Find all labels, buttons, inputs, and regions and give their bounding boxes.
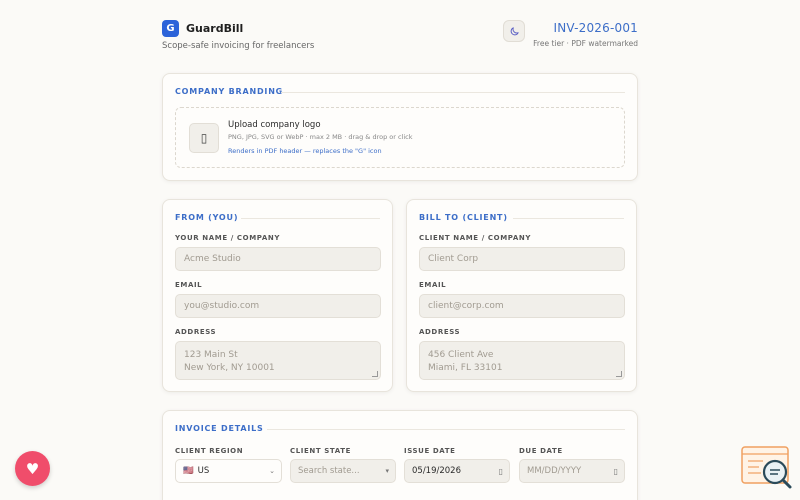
from-address-label: ADDRESS (175, 328, 217, 336)
divider (281, 92, 625, 93)
heart-button[interactable]: ♥ (15, 451, 50, 486)
address-line: New York, NY 10001 (184, 363, 275, 373)
invoice-number: INV-2026-001 (553, 21, 638, 35)
brand: G GuardBill (162, 20, 243, 37)
client-email-input[interactable]: client@corp.com (419, 294, 625, 318)
section-title-details: INVOICE DETAILS (175, 424, 264, 433)
due-date-placeholder: MM/DD/YYYY (527, 466, 582, 476)
section-title-bill-to: BILL TO (CLIENT) (419, 213, 508, 222)
chevron-down-icon: ⌄ (269, 467, 275, 475)
state-search-input[interactable]: Search state... ▾ (290, 459, 396, 483)
region-value: US (197, 466, 210, 476)
due-date-input[interactable]: MM/DD/YYYY ▯ (519, 459, 625, 483)
divider (513, 218, 624, 219)
moon-icon (510, 26, 519, 35)
bill-to-card: BILL TO (CLIENT) CLIENT NAME / COMPANY C… (406, 199, 637, 392)
calendar-icon[interactable]: ▯ (499, 467, 503, 476)
state-placeholder: Search state... (298, 466, 360, 476)
section-title-from: FROM (YOU) (175, 213, 239, 222)
tier-note: Free tier · PDF watermarked (533, 39, 638, 48)
region-select[interactable]: 🇺🇸 US ⌄ (175, 459, 282, 483)
logo-badge: G (162, 20, 179, 37)
from-name-label: YOUR NAME / COMPANY (175, 234, 281, 242)
calendar-icon[interactable]: ▯ (614, 467, 618, 476)
heart-icon: ♥ (25, 459, 40, 478)
from-address-textarea[interactable]: 123 Main St New York, NY 10001 (175, 341, 381, 380)
tagline: Scope-safe invoicing for freelancers (162, 41, 315, 51)
from-email-label: EMAIL (175, 281, 203, 289)
resize-handle[interactable] (616, 371, 622, 377)
logo-upload-dropzone[interactable]: ▯ Upload company logo PNG, JPG, SVG or W… (175, 107, 625, 168)
from-card: FROM (YOU) YOUR NAME / COMPANY Acme Stud… (162, 199, 393, 392)
client-name-input[interactable]: Client Corp (419, 247, 625, 271)
address-line: Miami, FL 33101 (428, 363, 503, 373)
section-title-branding: COMPANY BRANDING (175, 87, 284, 96)
divider (267, 429, 625, 430)
image-icon: ▯ (189, 123, 219, 153)
client-name-label: CLIENT NAME / COMPANY (419, 234, 531, 242)
due-date-label: DUE DATE (519, 447, 563, 455)
client-address-label: ADDRESS (419, 328, 461, 336)
address-line: 123 Main St (184, 350, 238, 360)
divider (241, 218, 380, 219)
from-email-input[interactable]: you@studio.com (175, 294, 381, 318)
region-label: CLIENT REGION (175, 447, 244, 455)
company-branding-card: COMPANY BRANDING ▯ Upload company logo P… (162, 73, 638, 181)
invoice-details-card: INVOICE DETAILS CLIENT REGION 🇺🇸 US ⌄ CL… (162, 410, 638, 500)
app-name: GuardBill (186, 22, 244, 35)
upload-title: Upload company logo (228, 120, 321, 130)
search-document-widget[interactable] (741, 446, 793, 490)
issue-date-label: ISSUE DATE (404, 447, 456, 455)
app-header: G GuardBill Scope-safe invoicing for fre… (162, 20, 638, 56)
theme-toggle-button[interactable] (503, 20, 525, 42)
resize-handle[interactable] (372, 371, 378, 377)
document-search-icon (741, 446, 792, 489)
from-name-input[interactable]: Acme Studio (175, 247, 381, 271)
issue-date-input[interactable]: 05/19/2026 ▯ (404, 459, 510, 483)
state-label: CLIENT STATE (290, 447, 351, 455)
upload-subtext: PNG, JPG, SVG or WebP · max 2 MB · drag … (228, 133, 413, 141)
upload-note: Renders in PDF header — replaces the "G"… (228, 147, 382, 155)
issue-date-value: 05/19/2026 (412, 466, 461, 476)
us-flag-icon: 🇺🇸 (183, 466, 194, 476)
address-line: 456 Client Ave (428, 350, 494, 360)
client-address-textarea[interactable]: 456 Client Ave Miami, FL 33101 (419, 341, 625, 380)
client-email-label: EMAIL (419, 281, 447, 289)
dropdown-arrow-icon: ▾ (385, 467, 389, 475)
